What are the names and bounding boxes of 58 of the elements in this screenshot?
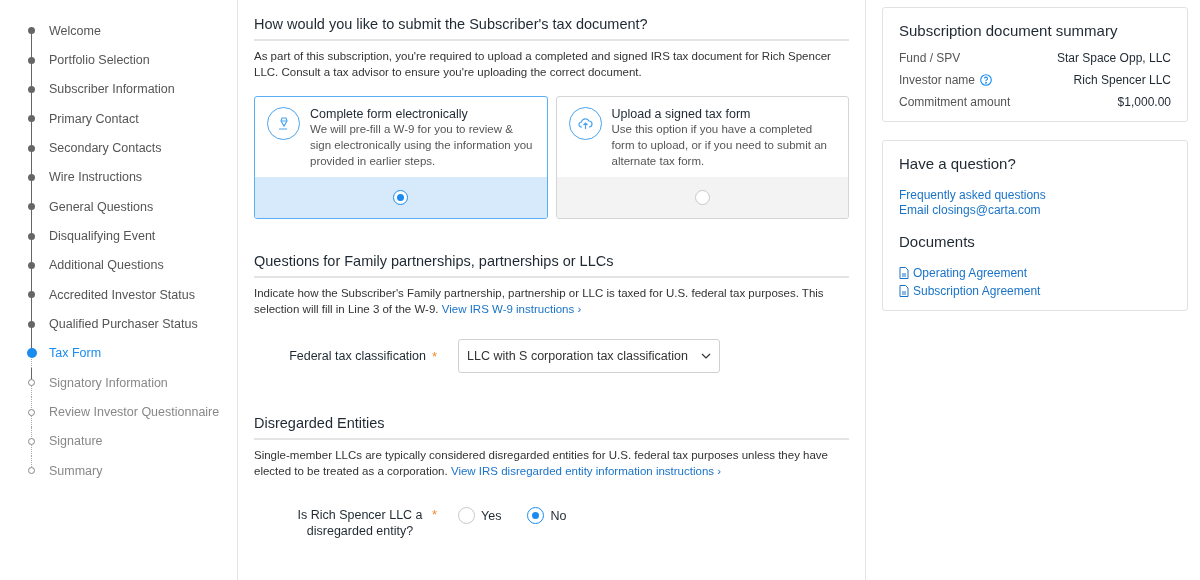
document-icon — [899, 285, 909, 297]
section-title: Disregarded Entities — [254, 415, 849, 440]
field-label: Federal tax classification — [288, 349, 426, 363]
summary-value: Star Space Opp, LLC — [1056, 51, 1171, 65]
summary-value: $1,000.00 — [1117, 95, 1171, 109]
document-link[interactable]: Subscription Agreement — [899, 284, 1171, 298]
document-link[interactable]: Operating Agreement — [899, 266, 1171, 280]
card-title: Subscription document summary — [899, 22, 1119, 39]
step-link[interactable]: Secondary Contacts — [49, 141, 162, 156]
step-link[interactable]: Subscriber Information — [49, 82, 175, 97]
instructions-link[interactable]: View IRS W-9 instructions › — [441, 303, 582, 315]
option-card[interactable]: Upload a signed tax form Use this option if you have a completed form to upload, or if you need to submit an alternate tax form. — [555, 96, 849, 219]
summary-label: Fund / SPV — [899, 51, 961, 65]
help-icon[interactable] — [980, 74, 993, 86]
option-description: We will pre-fill a W-9 for you to review & sign electronically using the information you provided in earlier steps. — [310, 122, 534, 169]
section-description: Indicate how the Subscriber's Family partnership, partnership or LLC is taxed for U.S. federal tax purposes. This selection will fill in Line 3 of the W-9. View IRS W-9 instructions › — [254, 286, 825, 317]
step-link[interactable]: Review Investor Questionnaire — [49, 405, 220, 420]
card-title: Have a question? — [899, 155, 1017, 172]
radio-button[interactable] — [393, 190, 409, 205]
chevron-down-icon — [701, 353, 711, 359]
option-card[interactable]: Complete form electronically We will pre-fill a W-9 for you to review & sign electronically using the information you provided in earlier steps. — [254, 96, 548, 219]
help-link[interactable]: Frequently asked questions — [899, 188, 1171, 202]
instructions-link[interactable]: View IRS disregarded entity information instructions › — [450, 465, 722, 477]
cloud-upload-icon — [577, 117, 593, 130]
option-title: Complete form electronically — [310, 107, 469, 121]
step-link[interactable]: Tax Form — [49, 346, 102, 361]
step-link[interactable]: Summary — [49, 463, 103, 478]
step-link[interactable]: Additional Questions — [49, 258, 164, 273]
summary-label: Commitment amount — [899, 95, 1011, 109]
radio-button[interactable] — [694, 190, 710, 205]
step-link[interactable]: Signature — [49, 434, 103, 449]
step-link[interactable]: Portfolio Selection — [49, 53, 150, 67]
section-title: Questions for Family partnerships, partnerships or LLCs — [254, 253, 849, 278]
step-link[interactable]: Disqualifying Event — [49, 229, 156, 244]
summary-value: Rich Spencer LLC — [1073, 73, 1171, 87]
option-description: Use this option if you have a completed form to upload, or if you need to submit an alternate tax form. — [611, 122, 828, 169]
step-link[interactable]: Welcome — [49, 23, 101, 38]
required-mark: * — [431, 348, 439, 364]
radio-option[interactable]: No — [527, 507, 567, 524]
step-link[interactable]: General Questions — [49, 199, 154, 214]
help-link[interactable]: Email closings@carta.com — [899, 203, 1171, 217]
option-title: Upload a signed tax form — [611, 107, 752, 121]
pen-icon — [276, 116, 291, 131]
step-link[interactable]: Accredited Investor Status — [49, 287, 195, 302]
card-title: Documents — [899, 233, 976, 250]
step-link[interactable]: Signatory Information — [49, 375, 168, 390]
step-link[interactable]: Primary Contact — [49, 111, 139, 126]
question-label: Is Rich Spencer LLC a disregarded entity? — [296, 507, 424, 539]
radio-option[interactable]: Yes — [458, 507, 502, 524]
section-description: As part of this subscription, you're required to upload a completed and signed IRS tax document for Rich Spencer LLC. Consult a tax advisor to ensure you're uploading the correct document. — [254, 49, 832, 80]
select-field[interactable]: LLC with S corporation tax classification — [458, 339, 720, 373]
section-title: How would you like to submit the Subscriber's tax document? — [254, 16, 849, 41]
section-description: Single-member LLCs are typically considered disregarded entities for U.S. federal tax purposes unless they have elected to be treated as a corporation. View IRS disregarded entity information instructions › — [254, 448, 830, 479]
step-link[interactable]: Wire Instructions — [49, 170, 143, 185]
step-link[interactable]: Qualified Purchaser Status — [49, 317, 198, 332]
required-mark: * — [431, 507, 439, 522]
document-icon — [899, 267, 909, 279]
summary-label: Investor name — [899, 73, 976, 87]
